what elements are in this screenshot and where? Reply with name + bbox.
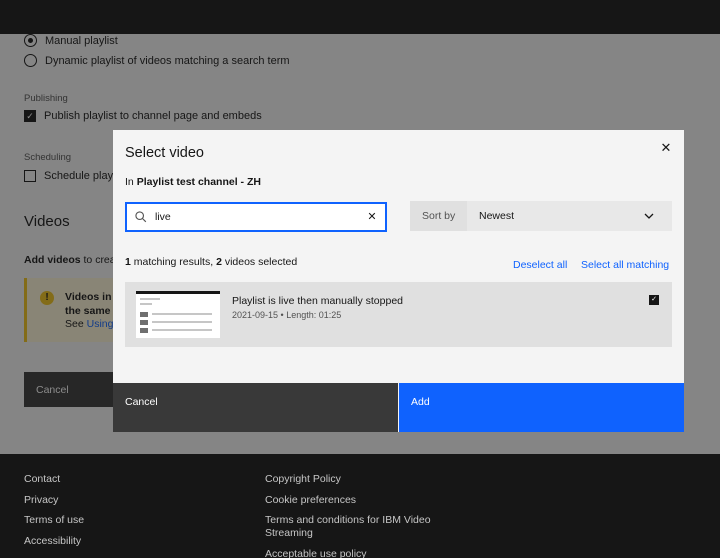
results-count: 1 [125,256,131,268]
footer-link-accessibility[interactable]: Accessibility [24,535,84,548]
footer-link-terms-conditions[interactable]: Terms and conditions for IBM Video Strea… [265,514,455,540]
sort-value: Newest [479,210,515,222]
modal-title: Select video [125,145,204,161]
deselect-all-link[interactable]: Deselect all [513,259,567,271]
video-meta: 2021-09-15 • Length: 01:25 [232,310,342,320]
select-video-modal: Select video ✕ In Playlist test channel … [113,130,684,432]
video-title: Playlist is live then manually stopped [232,295,404,307]
channel-name: Playlist test channel - ZH [136,176,261,188]
search-field[interactable]: ✕ [125,202,387,232]
selected-count-text: videos selected [224,256,298,268]
footer: Contact Privacy Terms of use Accessibili… [0,454,720,558]
footer-link-cookies[interactable]: Cookie preferences [265,494,455,507]
modal-cancel-button[interactable]: Cancel [113,383,398,432]
selected-count: 2 [216,256,222,268]
footer-column-2: Copyright Policy Cookie preferences Term… [265,473,455,558]
video-list-item[interactable]: Playlist is live then manually stopped 2… [125,282,672,347]
search-input[interactable] [155,209,355,225]
results-count-text: matching results, [133,256,214,268]
footer-column-1: Contact Privacy Terms of use Accessibili… [24,473,84,555]
footer-link-terms[interactable]: Terms of use [24,514,84,527]
close-icon[interactable]: ✕ [659,141,673,155]
sort-select[interactable]: Newest [467,201,672,231]
footer-link-privacy[interactable]: Privacy [24,494,84,507]
video-checkbox[interactable]: ✓ [649,295,659,305]
footer-link-contact[interactable]: Contact [24,473,84,486]
top-bar [0,0,720,34]
subtitle-prefix: In [125,176,134,188]
modal-subtitle: In Playlist test channel - ZH [125,176,261,188]
chevron-down-icon [644,213,654,219]
select-all-matching-link[interactable]: Select all matching [581,259,669,271]
sort-dropdown[interactable]: Sort by Newest [410,201,672,231]
modal-add-button[interactable]: Add [399,383,684,432]
results-summary: 1 matching results, 2 videos selected [125,256,297,268]
clear-icon[interactable]: ✕ [365,210,379,224]
sort-label: Sort by [422,210,456,222]
search-icon [135,211,147,223]
video-thumbnail [136,291,220,338]
footer-link-copyright[interactable]: Copyright Policy [265,473,455,486]
footer-link-acceptable-use[interactable]: Acceptable use policy [265,548,455,558]
